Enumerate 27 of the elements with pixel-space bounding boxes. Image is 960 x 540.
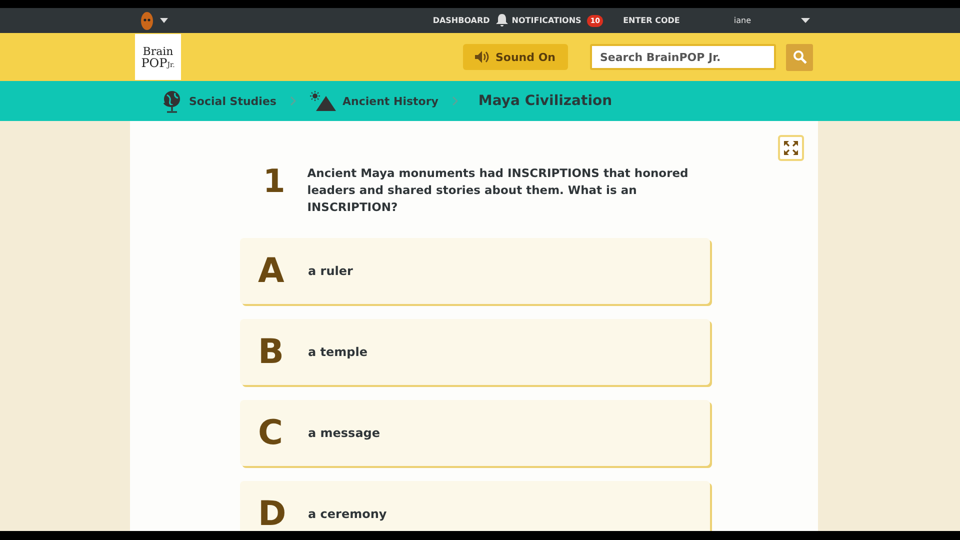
nav-link[interactable]: ENTER CODE	[623, 16, 680, 25]
chevron-icon	[452, 96, 458, 106]
answer-option[interactable]: D a ceremony	[240, 481, 710, 531]
speaker-icon	[475, 51, 490, 63]
caret-icon[interactable]	[801, 18, 810, 23]
bell-icon[interactable]	[496, 14, 508, 27]
nav-link[interactable]: DASHBOARD	[432, 16, 490, 25]
globe-icon	[161, 89, 183, 113]
breadcrumb-link[interactable]: Ancient History	[342, 94, 438, 108]
chevron-icon	[290, 96, 296, 106]
fullscreen-button[interactable]	[778, 135, 804, 161]
search-icon	[792, 50, 806, 64]
user-name[interactable]: iane	[734, 16, 751, 25]
sun-pyramid-icon	[310, 91, 336, 111]
answer-option[interactable]: A a ruler	[240, 238, 710, 304]
answer-option[interactable]: C a message	[240, 400, 710, 466]
caret-icon[interactable]	[160, 18, 168, 23]
sound-button[interactable]: Sound On	[463, 44, 568, 70]
expand-icon	[783, 140, 799, 156]
question-text: Ancient Maya monuments had INSCRIPTIONS that honored leaders and shared stories about them. What is an INSCRIPTION?	[307, 165, 690, 216]
nav-link[interactable]: NOTIFICATIONS	[512, 16, 582, 25]
breadcrumb-link[interactable]: Social Studies	[189, 94, 276, 108]
answer-option[interactable]: B a temple	[240, 319, 710, 385]
search-field[interactable]: Search BrainPOP Jr.	[590, 44, 776, 70]
breadcrumb-current: Maya Civilization	[478, 93, 612, 109]
mascot-icon[interactable]	[140, 10, 154, 30]
question-number: 1	[263, 165, 286, 202]
